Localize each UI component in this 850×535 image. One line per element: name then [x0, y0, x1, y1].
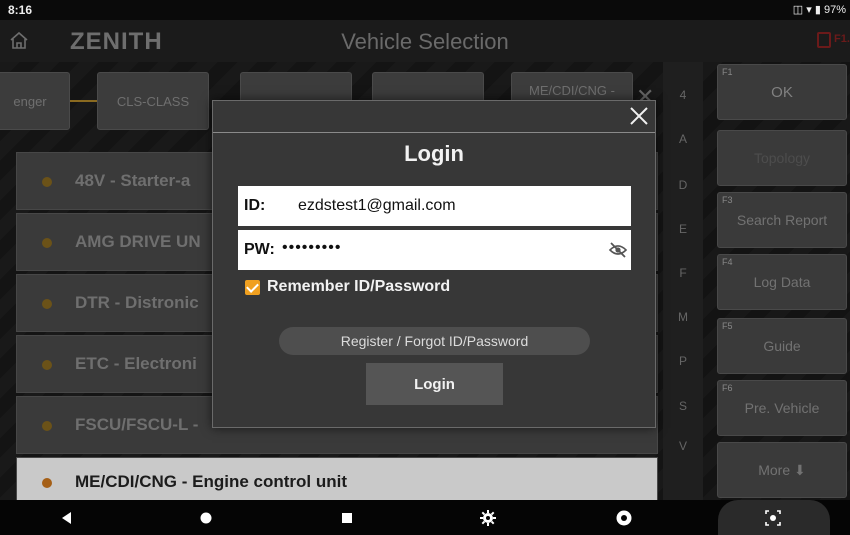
fkey-label: F6	[722, 383, 733, 393]
topology-button[interactable]: Topology	[717, 130, 847, 186]
fkey-label: F1	[722, 67, 733, 77]
status-bar: 8:16 ◫ ▾ ▮ 97%	[0, 0, 850, 20]
remember-checkbox[interactable]: Remember ID/Password	[245, 278, 450, 296]
vibrate-icon: ◫	[792, 4, 804, 16]
function-key-panel: F1 OK Topology F3 Search Report F4 Log Data…	[703, 62, 850, 500]
list-item-label: 48V - Starter-a	[75, 171, 191, 190]
recents-icon[interactable]	[337, 508, 357, 528]
dialog-divider	[213, 132, 655, 133]
list-item-label: ETC - Electroni	[75, 354, 197, 373]
close-icon[interactable]	[626, 103, 652, 129]
back-icon[interactable]	[57, 508, 77, 528]
remember-label: Remember ID/Password	[267, 278, 451, 295]
status-time: 8:16	[8, 3, 33, 17]
visibility-off-icon[interactable]	[608, 240, 628, 260]
title-bar: ZENITH Vehicle Selection F1.4	[0, 20, 850, 62]
previous-vehicle-button[interactable]: F6 Pre. Vehicle	[717, 380, 847, 436]
list-item-label: AMG DRIVE UN	[75, 232, 201, 251]
index-letter[interactable]: F	[663, 266, 703, 280]
id-label: ID:	[244, 197, 266, 214]
id-input[interactable]: ezdstest1@gmail.com	[298, 197, 456, 215]
battery-icon: ▮	[814, 4, 821, 16]
index-letter[interactable]: P	[663, 354, 703, 368]
fkey-label: F5	[722, 321, 733, 331]
page-title: Vehicle Selection	[341, 29, 509, 54]
status-dot-icon	[42, 478, 52, 488]
report-icon[interactable]	[817, 32, 831, 48]
tab-model[interactable]: CLS-CLASS	[97, 72, 209, 130]
screenshot-button[interactable]	[718, 500, 830, 535]
status-dot-icon	[42, 177, 52, 187]
guide-button[interactable]: F5 Guide	[717, 318, 847, 374]
button-label: Search Report	[736, 212, 828, 228]
button-label: OK	[771, 83, 793, 101]
login-button[interactable]: Login	[366, 363, 503, 405]
status-dot-icon	[42, 421, 52, 431]
status-dot-icon	[42, 238, 52, 248]
id-field[interactable]: ID: ezdstest1@gmail.com	[238, 186, 631, 226]
browser-icon[interactable]	[614, 508, 634, 528]
button-label: Topology	[753, 150, 811, 166]
fkey-label: F3	[722, 195, 733, 205]
button-label: Log Data	[753, 274, 811, 290]
password-field[interactable]: PW: •••••••••	[238, 230, 631, 270]
status-icons: ◫ ▾ ▮ 97%	[793, 3, 846, 16]
list-item-label: ME/CDI/CNG - Engine control unit	[75, 472, 347, 491]
list-item-label: FSCU/FSCU-L -	[75, 415, 199, 434]
ok-button[interactable]: F1 OK	[717, 64, 847, 120]
battery-percent: 97%	[823, 4, 846, 16]
index-letter[interactable]: A	[663, 132, 703, 146]
list-item-label: DTR - Distronic	[75, 293, 199, 312]
login-dialog: Login ID: ezdstest1@gmail.com PW: ••••••…	[212, 100, 656, 428]
index-letter[interactable]: S	[663, 399, 703, 413]
wifi-icon: ▾	[806, 4, 812, 16]
status-dot-icon	[42, 299, 52, 309]
home-circle-icon[interactable]	[196, 508, 216, 528]
checkbox-checked-icon[interactable]	[245, 279, 260, 295]
index-letter[interactable]: V	[663, 439, 703, 453]
button-label: Guide	[763, 338, 801, 354]
fkey-label: F4	[722, 257, 733, 267]
index-letter[interactable]: M	[663, 310, 703, 324]
password-input[interactable]: •••••••••	[282, 239, 341, 257]
tab-vehicle-type[interactable]: enger	[0, 72, 70, 130]
index-letter[interactable]: E	[663, 222, 703, 236]
settings-gear-icon[interactable]	[478, 508, 498, 528]
screenshot-icon	[765, 510, 781, 526]
button-label: Pre. Vehicle	[744, 400, 820, 416]
status-dot-icon	[42, 360, 52, 370]
header-right-label: F1.4	[834, 33, 850, 45]
password-label: PW:	[244, 241, 275, 258]
search-report-button[interactable]: F3 Search Report	[717, 192, 847, 248]
alphabet-index: 4 A D E F M P S V	[663, 62, 703, 500]
tab-connector	[70, 100, 97, 102]
button-label: More ⬇	[758, 461, 806, 478]
more-button[interactable]: More ⬇	[717, 442, 847, 498]
log-data-button[interactable]: F4 Log Data	[717, 254, 847, 310]
index-letter[interactable]: 4	[663, 88, 703, 102]
register-forgot-link[interactable]: Register / Forgot ID/Password	[279, 327, 590, 355]
dialog-title: Login	[404, 141, 464, 166]
index-letter[interactable]: D	[663, 178, 703, 192]
